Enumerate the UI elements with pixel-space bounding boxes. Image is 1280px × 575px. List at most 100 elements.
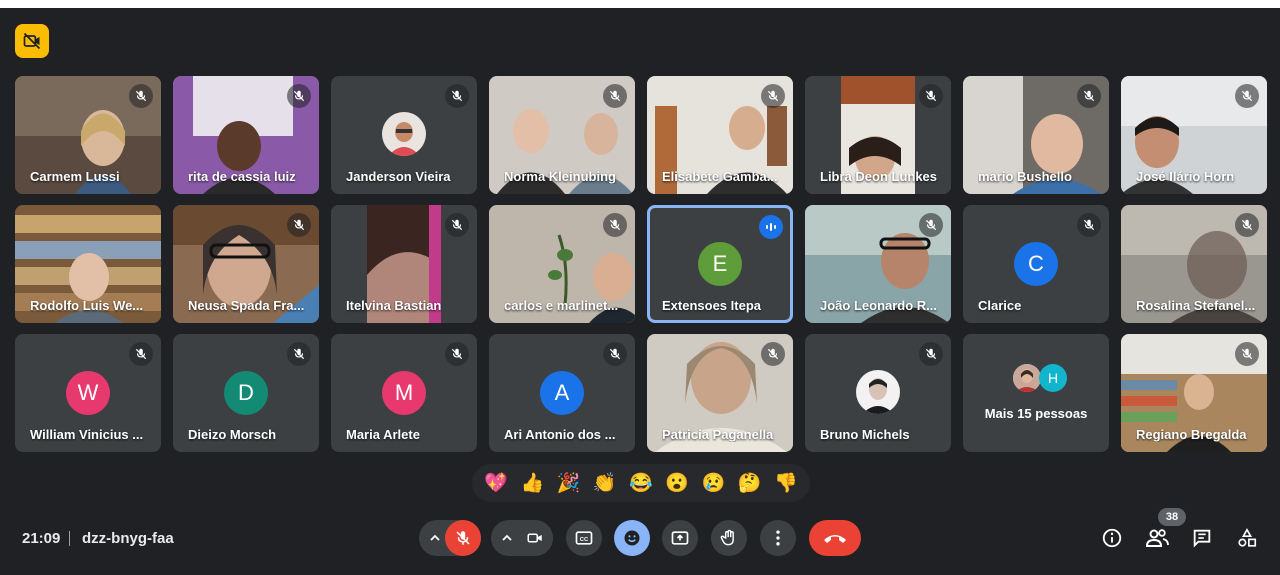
participant-tile[interactable]: D Dieizo Morsch — [173, 334, 319, 452]
thumbs-down-reaction[interactable]: 👎 — [771, 468, 801, 498]
chevron-up-icon[interactable] — [499, 530, 515, 546]
participant-count-badge: 38 — [1158, 508, 1186, 526]
mic-off-icon — [456, 531, 470, 545]
participant-name: João Leonardo R... — [820, 298, 938, 313]
divider — [69, 531, 70, 546]
activities-button[interactable] — [1235, 526, 1259, 550]
participant-avatar: E — [698, 242, 742, 286]
mic-off-icon — [919, 84, 943, 108]
mic-off-icon — [445, 84, 469, 108]
participant-tile[interactable]: Libra Deon Lunkes — [805, 76, 951, 194]
participant-tile[interactable]: João Leonardo R... — [805, 205, 951, 323]
participant-name: Patricia Paganella — [662, 427, 774, 442]
participant-name: mario Bushello — [978, 169, 1072, 184]
mic-toggle-button[interactable] — [445, 520, 481, 556]
participant-tile[interactable]: Elisabete Gamba... — [647, 76, 793, 194]
profile-photo — [856, 370, 900, 414]
participant-tile[interactable]: mario Bushello — [963, 76, 1109, 194]
participant-tile[interactable]: Neusa Spada Fra... — [173, 205, 319, 323]
participant-tile[interactable]: Patricia Paganella — [647, 334, 793, 452]
participant-name: Norma Kleinubing — [504, 169, 616, 184]
mic-off-icon — [761, 342, 785, 366]
participant-tile[interactable]: A Ari Antonio dos ... — [489, 334, 635, 452]
participant-avatar: A — [540, 371, 584, 415]
raise-hand-icon — [720, 529, 734, 546]
mic-off-icon — [919, 213, 943, 237]
sad-reaction[interactable]: 😢 — [698, 468, 728, 498]
participant-tile[interactable]: Regiano Bregalda — [1121, 334, 1267, 452]
participant-avatar: D — [224, 371, 268, 415]
raise-hand-button[interactable] — [711, 520, 747, 556]
reactions-bar: 💖 👍 🎉 👏 😂 😮 😢 🤔 👎 — [472, 464, 810, 502]
participant-tile[interactable]: Bruno Michels — [805, 334, 951, 452]
participant-name: Clarice — [978, 298, 1022, 313]
surprised-reaction[interactable]: 😮 — [662, 468, 692, 498]
thinking-reaction[interactable]: 🤔 — [735, 468, 765, 498]
chat-icon — [1193, 529, 1211, 548]
people-button[interactable] — [1145, 526, 1169, 550]
camera-toggle-button[interactable] — [517, 520, 553, 556]
clapping-reaction[interactable]: 👏 — [590, 468, 620, 498]
participant-tile[interactable]: M Maria Arlete — [331, 334, 477, 452]
participant-name: Rosalina Stefanel... — [1136, 298, 1256, 313]
participant-tile-speaking[interactable]: E Extensoes Itepa — [647, 205, 793, 323]
emoji-reactions-button[interactable] — [614, 520, 650, 556]
captions-button[interactable]: CC — [566, 520, 602, 556]
mic-off-icon — [287, 213, 311, 237]
participant-name: Regiano Bregalda — [1136, 427, 1247, 442]
meeting-info-button[interactable] — [1100, 526, 1124, 550]
participant-tile[interactable]: José Ilário Horn — [1121, 76, 1267, 194]
participant-name: José Ilário Horn — [1136, 169, 1235, 184]
thumbs-up-reaction[interactable]: 👍 — [517, 468, 547, 498]
more-options-button[interactable] — [760, 520, 796, 556]
avatar: H — [1039, 364, 1067, 392]
captions-icon: CC — [575, 531, 593, 545]
mic-off-icon — [129, 84, 153, 108]
mic-off-icon — [603, 213, 627, 237]
emoji-icon — [624, 530, 640, 546]
participant-name: Maria Arlete — [346, 427, 420, 442]
laughing-reaction[interactable]: 😂 — [626, 468, 656, 498]
camera-control-group — [491, 520, 553, 556]
participant-name: carlos e marlinet... — [504, 298, 619, 313]
participant-name: rita de cassia luiz — [188, 169, 296, 184]
participant-name: Extensoes Itepa — [662, 298, 761, 313]
more-participants-tile[interactable]: H Mais 15 pessoas — [963, 334, 1109, 452]
participant-tile[interactable]: Carmem Lussi — [15, 76, 161, 194]
participant-name: Bruno Michels — [820, 427, 910, 442]
participant-tile[interactable]: Janderson Vieira — [331, 76, 477, 194]
participant-name: Rodolfo Luis We... — [30, 298, 144, 313]
svg-text:CC: CC — [580, 537, 589, 543]
participant-name: Libra Deon Lunkes — [820, 169, 938, 184]
participant-tile[interactable]: Itelvina Bastian — [331, 205, 477, 323]
avatar — [1013, 364, 1041, 392]
participant-tile[interactable]: W William Vinicius ... — [15, 334, 161, 452]
chat-button[interactable] — [1190, 526, 1214, 550]
leave-call-button[interactable] — [809, 520, 861, 556]
camera-icon — [527, 533, 542, 543]
mic-off-icon — [1235, 84, 1259, 108]
people-icon — [1145, 529, 1169, 547]
participant-tile[interactable]: Norma Kleinubing — [489, 76, 635, 194]
present-icon — [671, 531, 689, 545]
camera-off-badge[interactable] — [15, 24, 49, 58]
profile-photo — [382, 112, 426, 156]
mic-off-icon — [287, 84, 311, 108]
mic-off-icon — [287, 342, 311, 366]
participant-tile[interactable]: carlos e marlinet... — [489, 205, 635, 323]
sparkling-heart-reaction[interactable]: 💖 — [481, 468, 511, 498]
participant-name: Janderson Vieira — [346, 169, 451, 184]
participant-tile[interactable]: Rodolfo Luis We... — [15, 205, 161, 323]
mic-off-icon — [1235, 342, 1259, 366]
mic-off-icon — [1077, 213, 1101, 237]
participant-tile[interactable]: rita de cassia luiz — [173, 76, 319, 194]
participant-grid: Carmem Lussi rita de cassia luiz Janders… — [15, 76, 1267, 452]
mic-off-icon — [1077, 84, 1101, 108]
present-screen-button[interactable] — [662, 520, 698, 556]
chevron-up-icon[interactable] — [427, 530, 443, 546]
participant-tile[interactable]: C Clarice — [963, 205, 1109, 323]
participant-tile[interactable]: Rosalina Stefanel... — [1121, 205, 1267, 323]
participant-avatar: M — [382, 371, 426, 415]
party-popper-reaction[interactable]: 🎉 — [554, 468, 584, 498]
mic-off-icon — [445, 213, 469, 237]
